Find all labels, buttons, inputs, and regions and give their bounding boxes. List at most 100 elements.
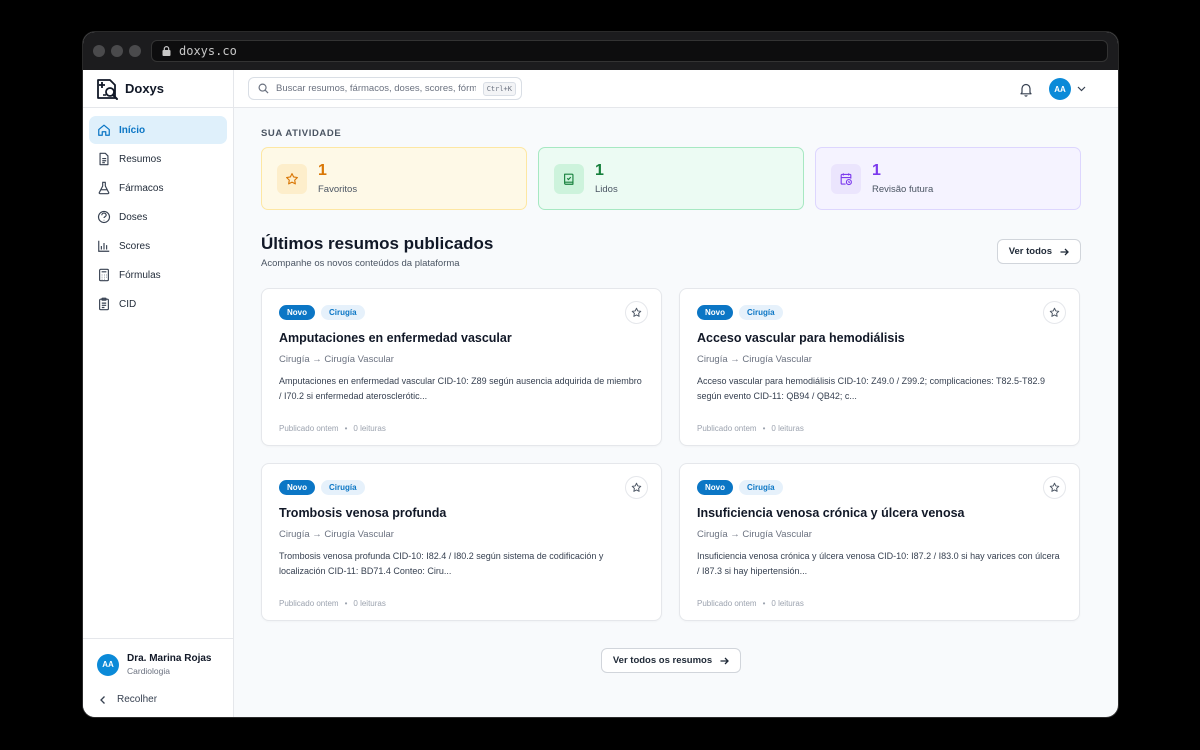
window-close-dot[interactable] xyxy=(93,45,105,57)
arrow-right-icon xyxy=(720,657,730,664)
star-icon xyxy=(286,172,298,184)
star-icon xyxy=(1049,482,1060,492)
category-badge[interactable]: Cirugía xyxy=(739,480,783,495)
summary-card[interactable]: Novo Cirugía Insuficiencia venosa crónic… xyxy=(679,463,1080,621)
main-area: Buscar resumos, fármacos, doses, scores,… xyxy=(234,70,1118,717)
meta-separator: • xyxy=(762,599,766,608)
chevron-down-icon[interactable] xyxy=(1077,86,1086,92)
card-title[interactable]: Insuficiencia venosa crónica y úlcera ve… xyxy=(697,506,1062,520)
sidebar-item-formulas[interactable]: Fórmulas xyxy=(89,261,227,289)
sidebar-item-label: CID xyxy=(119,298,137,310)
published-date: Publicado ontem xyxy=(279,599,339,608)
summary-card[interactable]: Novo Cirugía Trombosis venosa profunda C… xyxy=(261,463,662,621)
window-minimize-dot[interactable] xyxy=(111,45,123,57)
stat-card-lidos[interactable]: 1 Lidos xyxy=(538,147,804,210)
card-path: Cirugía → Cirugía Vascular xyxy=(279,529,394,540)
topbar: Buscar resumos, fármacos, doses, scores,… xyxy=(234,70,1118,108)
new-badge: Novo xyxy=(697,305,733,320)
summary-card[interactable]: Novo Cirugía Amputaciones en enfermedad … xyxy=(261,288,662,446)
browser-window: doxys.co Doxys Início Resumos Fármacos D… xyxy=(83,32,1118,717)
card-path: Cirugía → Cirugía Vascular xyxy=(697,529,812,540)
favorite-button[interactable] xyxy=(1043,301,1066,324)
read-count: 0 leituras xyxy=(771,599,804,608)
sidebar-item-farmacos[interactable]: Fármacos xyxy=(89,174,227,202)
document-icon xyxy=(99,152,109,166)
favorite-button[interactable] xyxy=(625,476,648,499)
favorite-button[interactable] xyxy=(1043,476,1066,499)
meta-separator: • xyxy=(344,424,348,433)
star-icon xyxy=(631,482,642,492)
summary-cards-grid: Novo Cirugía Amputaciones en enfermedad … xyxy=(261,288,1081,621)
section-title: Últimos resumos publicados xyxy=(261,234,494,253)
meta-separator: • xyxy=(344,599,348,608)
sidebar-item-inicio[interactable]: Início xyxy=(89,116,227,144)
stat-label: Favoritos xyxy=(318,183,358,195)
category-badge[interactable]: Cirugía xyxy=(321,305,365,320)
user-role: Cardiologia xyxy=(127,666,170,676)
doxys-logo-icon xyxy=(97,78,118,100)
sidebar-item-label: Resumos xyxy=(119,153,162,165)
card-description: Amputaciones en enfermedad vascular CID-… xyxy=(279,376,642,401)
collapse-label: Recolher xyxy=(117,694,158,705)
card-badges: Novo Cirugía xyxy=(697,305,1062,320)
sidebar-item-label: Fórmulas xyxy=(119,269,161,281)
stat-value: 1 xyxy=(595,161,604,179)
stat-card-favoritos[interactable]: 1 Favoritos xyxy=(261,147,527,210)
stat-label: Revisão futura xyxy=(872,183,934,195)
user-name: Dra. Marina Rojas xyxy=(127,653,212,664)
summary-card[interactable]: Novo Cirugía Acceso vascular para hemodi… xyxy=(679,288,1080,446)
category-badge[interactable]: Cirugía xyxy=(739,305,783,320)
app-name: Doxys xyxy=(125,81,165,96)
meta-separator: • xyxy=(762,424,766,433)
stat-value: 1 xyxy=(318,161,327,179)
stat-label: Lidos xyxy=(595,183,618,195)
avatar: AA xyxy=(97,653,119,676)
card-title[interactable]: Trombosis venosa profunda xyxy=(279,506,644,520)
lock-icon xyxy=(162,46,171,56)
search-icon xyxy=(258,83,269,94)
calculator-icon xyxy=(99,268,109,282)
home-icon xyxy=(98,124,110,136)
window-zoom-dot[interactable] xyxy=(129,45,141,57)
app-logo[interactable]: Doxys xyxy=(83,70,233,108)
search-shortcut: Ctrl+K xyxy=(482,81,516,96)
card-title[interactable]: Amputaciones en enfermedad vascular xyxy=(279,331,644,345)
stat-card-revisao-futura[interactable]: 1 Revisão futura xyxy=(815,147,1081,210)
card-badges: Novo Cirugía xyxy=(279,305,644,320)
stat-icon-bg xyxy=(277,163,307,194)
card-description: Insuficiencia venosa crónica y úlcera ve… xyxy=(697,551,1060,576)
sidebar-item-resumos[interactable]: Resumos xyxy=(89,145,227,173)
card-description: Trombosis venosa profunda CID-10: I82.4 … xyxy=(279,551,604,576)
sidebar-item-doses[interactable]: Doses xyxy=(89,203,227,231)
window-controls xyxy=(93,45,141,57)
collapse-sidebar-button[interactable]: Recolher xyxy=(97,694,219,705)
user-profile[interactable]: AA Dra. Marina Rojas Cardiologia xyxy=(97,653,219,676)
view-all-button[interactable]: Ver todos xyxy=(996,239,1081,264)
card-path: Cirugía → Cirugía Vascular xyxy=(697,354,812,365)
card-title[interactable]: Acceso vascular para hemodiálisis xyxy=(697,331,1062,345)
dashboard-content: SUA ATIVIDADE 1 Favoritos 1 Lidos 1 Revi… xyxy=(234,108,1118,717)
category-badge[interactable]: Cirugía xyxy=(321,480,365,495)
topbar-actions: AA xyxy=(1019,78,1086,100)
bell-icon[interactable] xyxy=(1019,82,1033,97)
favorite-button[interactable] xyxy=(625,301,648,324)
sidebar-item-scores[interactable]: Scores xyxy=(89,232,227,260)
card-description: Acceso vascular para hemodiálisis CID-10… xyxy=(697,376,1045,401)
chevron-left-icon xyxy=(100,695,105,704)
calendar-clock-icon xyxy=(840,172,852,185)
star-icon xyxy=(1049,307,1060,317)
url-text: doxys.co xyxy=(179,44,237,58)
view-all-summaries-button[interactable]: Ver todos os resumos xyxy=(600,648,742,673)
address-bar[interactable]: doxys.co xyxy=(151,40,1108,62)
read-count: 0 leituras xyxy=(353,424,386,433)
new-badge: Novo xyxy=(279,305,315,320)
stat-icon-bg xyxy=(831,163,861,194)
clipboard-icon xyxy=(99,297,109,311)
search-input[interactable]: Buscar resumos, fármacos, doses, scores,… xyxy=(248,77,522,100)
sidebar-item-cid[interactable]: CID xyxy=(89,290,227,318)
sidebar: Doxys Início Resumos Fármacos Doses Scor… xyxy=(83,70,234,717)
user-avatar-button[interactable]: AA xyxy=(1049,78,1071,100)
card-meta: Publicado ontem • 0 leituras xyxy=(279,599,386,608)
new-badge: Novo xyxy=(279,480,315,495)
card-meta: Publicado ontem • 0 leituras xyxy=(279,424,386,433)
